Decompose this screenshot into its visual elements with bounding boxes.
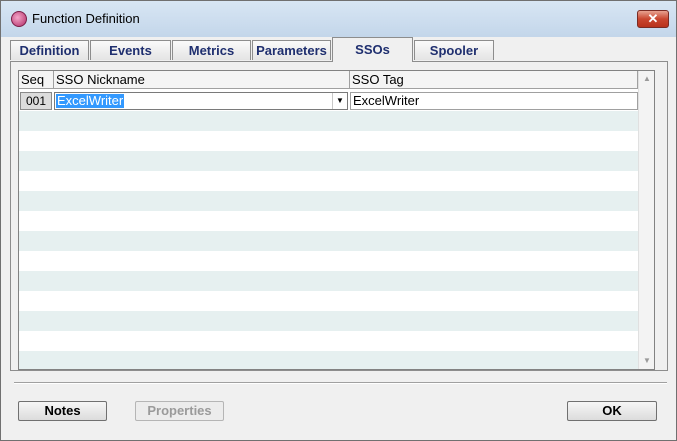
sso-nickname-dropdown[interactable]: ExcelWriter ▼ [54, 92, 348, 110]
table-row[interactable] [19, 331, 638, 351]
table-row[interactable] [19, 111, 638, 131]
table-row[interactable] [19, 211, 638, 231]
tab-definition[interactable]: Definition [10, 40, 89, 60]
table-row[interactable] [19, 131, 638, 151]
table-row[interactable] [19, 231, 638, 251]
table-row[interactable] [19, 151, 638, 171]
divider [14, 382, 667, 384]
table-row[interactable] [19, 191, 638, 211]
sso-grid[interactable]: Seq SSO Nickname SSO Tag 001 ExcelWriter… [18, 70, 655, 370]
table-row[interactable] [19, 351, 638, 369]
scroll-up-icon[interactable]: ▲ [639, 71, 654, 87]
table-row[interactable] [19, 311, 638, 331]
close-button[interactable]: ✕ [637, 10, 669, 28]
tab-ssos[interactable]: SSOs [332, 37, 413, 62]
app-logo-icon [11, 11, 27, 27]
ok-button[interactable]: OK [567, 401, 657, 421]
function-definition-window: Function Definition ✕ Definition Events … [0, 0, 677, 441]
table-row[interactable] [19, 291, 638, 311]
column-header-seq[interactable]: Seq [19, 71, 54, 89]
table-row[interactable] [19, 271, 638, 291]
sso-nickname-value[interactable]: ExcelWriter [56, 94, 125, 108]
sso-tag-cell[interactable]: ExcelWriter [350, 92, 638, 110]
window-title: Function Definition [32, 11, 140, 26]
table-row[interactable] [19, 251, 638, 271]
column-header-sso-tag[interactable]: SSO Tag [350, 71, 638, 89]
tab-parameters[interactable]: Parameters [252, 40, 331, 60]
notes-button[interactable]: Notes [18, 401, 107, 421]
seq-cell: 001 [20, 92, 52, 110]
title-bar[interactable]: Function Definition ✕ [1, 1, 676, 37]
dropdown-arrow-icon[interactable]: ▼ [332, 93, 347, 109]
tab-spooler[interactable]: Spooler [414, 40, 494, 60]
scroll-down-icon[interactable]: ▼ [639, 353, 654, 369]
column-header-sso-nickname[interactable]: SSO Nickname [54, 71, 350, 89]
vertical-scrollbar[interactable]: ▲ ▼ [638, 71, 654, 369]
tab-events[interactable]: Events [90, 40, 171, 60]
properties-button[interactable]: Properties [135, 401, 224, 421]
tab-metrics[interactable]: Metrics [172, 40, 251, 60]
table-row[interactable] [19, 171, 638, 191]
